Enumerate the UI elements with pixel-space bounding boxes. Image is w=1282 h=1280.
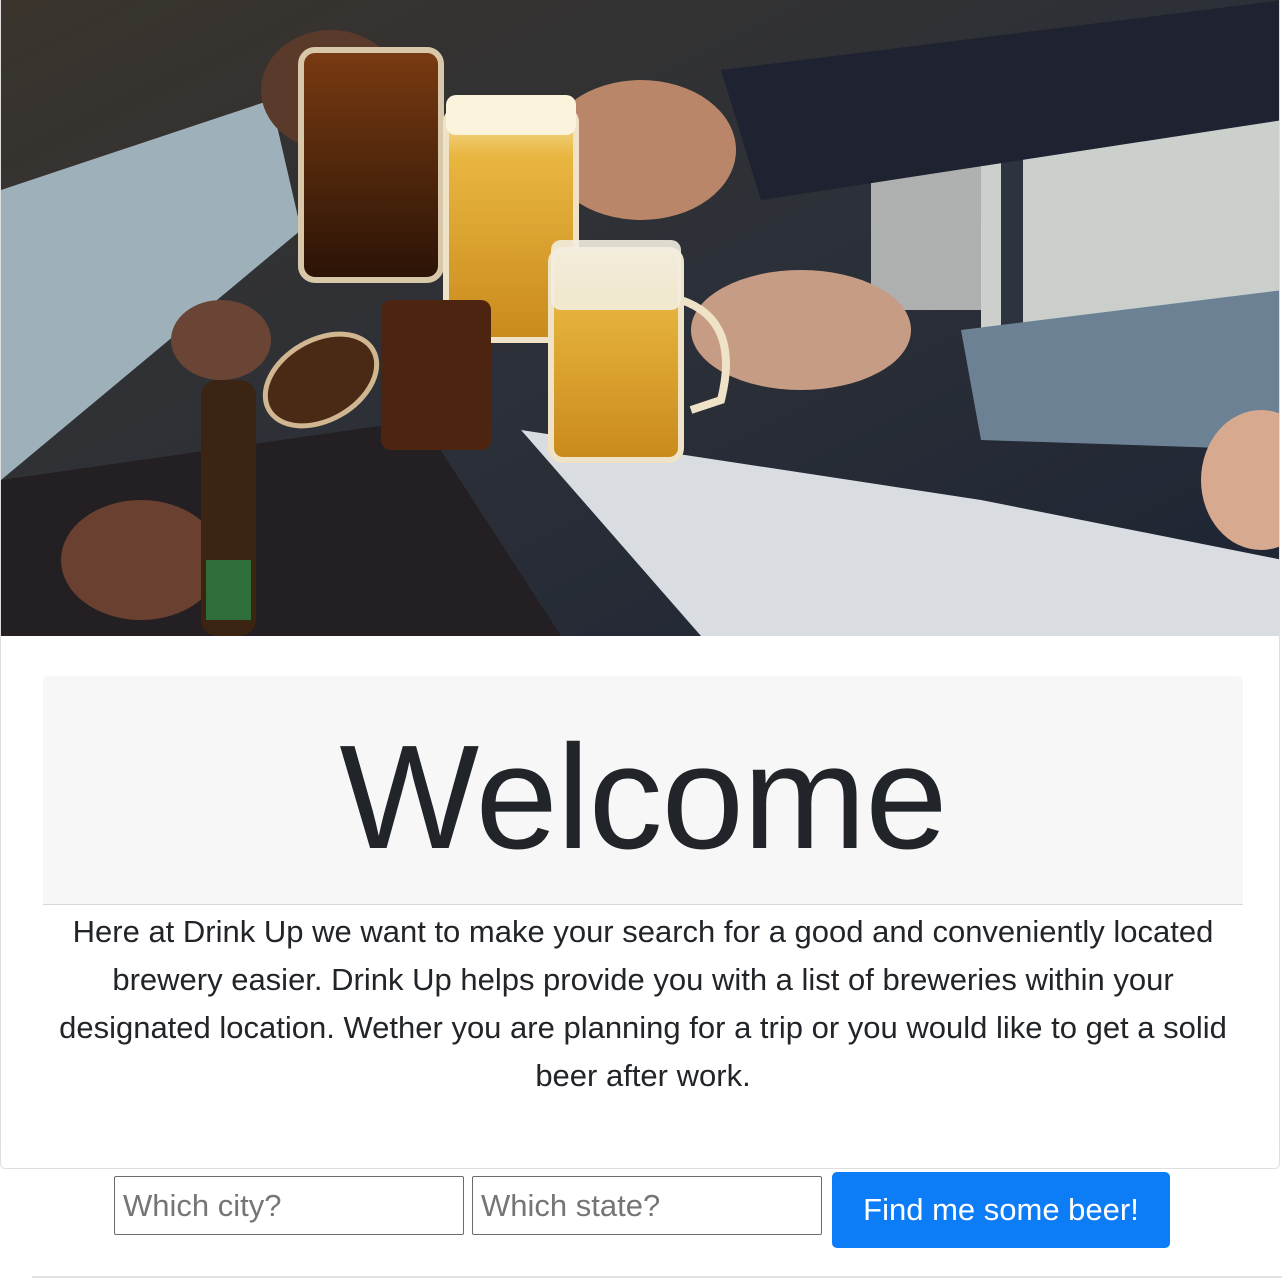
state-input[interactable] bbox=[472, 1176, 822, 1235]
welcome-card: Welcome Here at Drink Up we want to make… bbox=[0, 0, 1280, 1169]
bottom-divider bbox=[32, 1276, 1282, 1278]
intro-text: Here at Drink Up we want to make your se… bbox=[59, 914, 1227, 1093]
divider bbox=[43, 904, 1243, 905]
welcome-heading: Welcome bbox=[339, 715, 947, 880]
hero-image bbox=[1, 0, 1279, 636]
city-input[interactable] bbox=[114, 1176, 464, 1235]
welcome-jumbotron: Welcome bbox=[43, 676, 1243, 904]
search-form: Find me some beer! bbox=[0, 1172, 1282, 1252]
find-beer-button[interactable]: Find me some beer! bbox=[832, 1172, 1170, 1248]
